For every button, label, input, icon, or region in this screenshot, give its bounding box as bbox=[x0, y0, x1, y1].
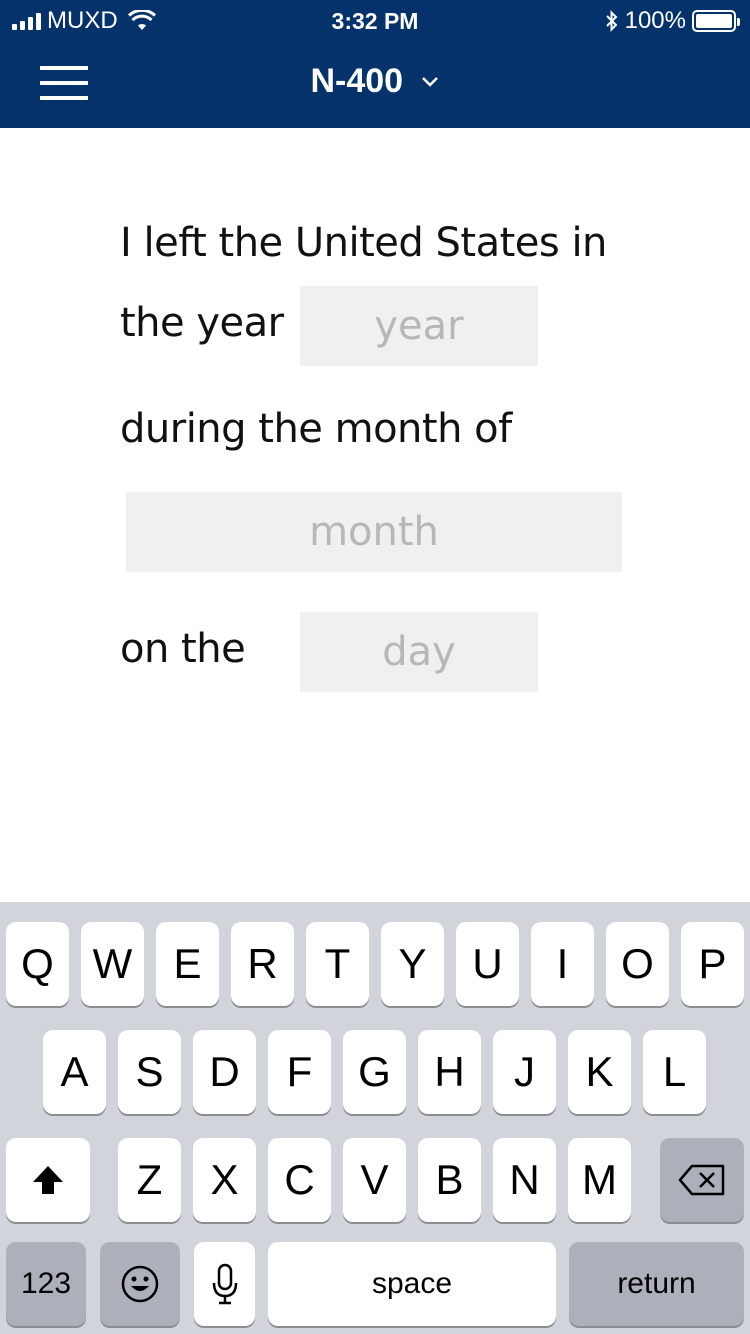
month-input[interactable] bbox=[126, 492, 622, 572]
emoji-key[interactable] bbox=[100, 1242, 180, 1326]
day-input[interactable] bbox=[300, 612, 538, 692]
key-l[interactable]: L bbox=[643, 1030, 706, 1114]
key-y[interactable]: Y bbox=[381, 922, 444, 1006]
numbers-key[interactable]: 123 bbox=[6, 1242, 86, 1326]
key-x[interactable]: X bbox=[193, 1138, 256, 1222]
sentence-line-4: on the bbox=[120, 626, 246, 672]
form-content: I left the United States in the year dur… bbox=[0, 128, 750, 902]
key-g[interactable]: G bbox=[343, 1030, 406, 1114]
key-c[interactable]: C bbox=[268, 1138, 331, 1222]
key-k[interactable]: K bbox=[568, 1030, 631, 1114]
key-v[interactable]: V bbox=[343, 1138, 406, 1222]
key-i[interactable]: I bbox=[531, 922, 594, 1006]
status-bar: MUXD 3:32 PM 100% bbox=[0, 0, 750, 40]
nav-bar: N-400 bbox=[0, 40, 750, 128]
shift-key[interactable] bbox=[6, 1138, 90, 1222]
key-n[interactable]: N bbox=[493, 1138, 556, 1222]
key-r[interactable]: R bbox=[231, 922, 294, 1006]
key-s[interactable]: S bbox=[118, 1030, 181, 1114]
key-t[interactable]: T bbox=[306, 922, 369, 1006]
return-key[interactable]: return bbox=[569, 1242, 744, 1326]
microphone-icon bbox=[212, 1263, 237, 1305]
key-d[interactable]: D bbox=[193, 1030, 256, 1114]
key-m[interactable]: M bbox=[568, 1138, 631, 1222]
delete-key[interactable] bbox=[660, 1138, 744, 1222]
sentence-line-3: during the month of bbox=[120, 406, 512, 452]
key-z[interactable]: Z bbox=[118, 1138, 181, 1222]
key-a[interactable]: A bbox=[43, 1030, 106, 1114]
key-u[interactable]: U bbox=[456, 922, 519, 1006]
sentence-line-1: I left the United States in bbox=[120, 220, 607, 266]
nav-title: N-400 bbox=[310, 62, 404, 100]
sentence-line-2: the year bbox=[120, 300, 284, 346]
key-f[interactable]: F bbox=[268, 1030, 331, 1114]
key-p[interactable]: P bbox=[681, 922, 744, 1006]
emoji-icon bbox=[121, 1265, 159, 1303]
year-input[interactable] bbox=[300, 286, 538, 366]
form-selector[interactable]: N-400 bbox=[0, 62, 750, 101]
space-key[interactable]: space bbox=[268, 1242, 556, 1326]
key-b[interactable]: B bbox=[418, 1138, 481, 1222]
key-e[interactable]: E bbox=[156, 922, 219, 1006]
microphone-key[interactable] bbox=[194, 1242, 255, 1326]
battery-percent: 100% bbox=[624, 7, 686, 34]
key-j[interactable]: J bbox=[493, 1030, 556, 1114]
keyboard: Q W E R T Y U I O P A S D F G H J K L Z … bbox=[0, 902, 750, 1334]
key-o[interactable]: O bbox=[606, 922, 669, 1006]
status-right: 100% bbox=[605, 7, 740, 35]
battery-icon bbox=[692, 10, 740, 32]
key-h[interactable]: H bbox=[418, 1030, 481, 1114]
shift-arrow-icon bbox=[33, 1166, 63, 1194]
backspace-icon bbox=[678, 1164, 725, 1196]
key-w[interactable]: W bbox=[81, 922, 144, 1006]
key-q[interactable]: Q bbox=[6, 922, 69, 1006]
chevron-down-icon bbox=[421, 76, 438, 87]
bluetooth-icon bbox=[605, 10, 618, 32]
